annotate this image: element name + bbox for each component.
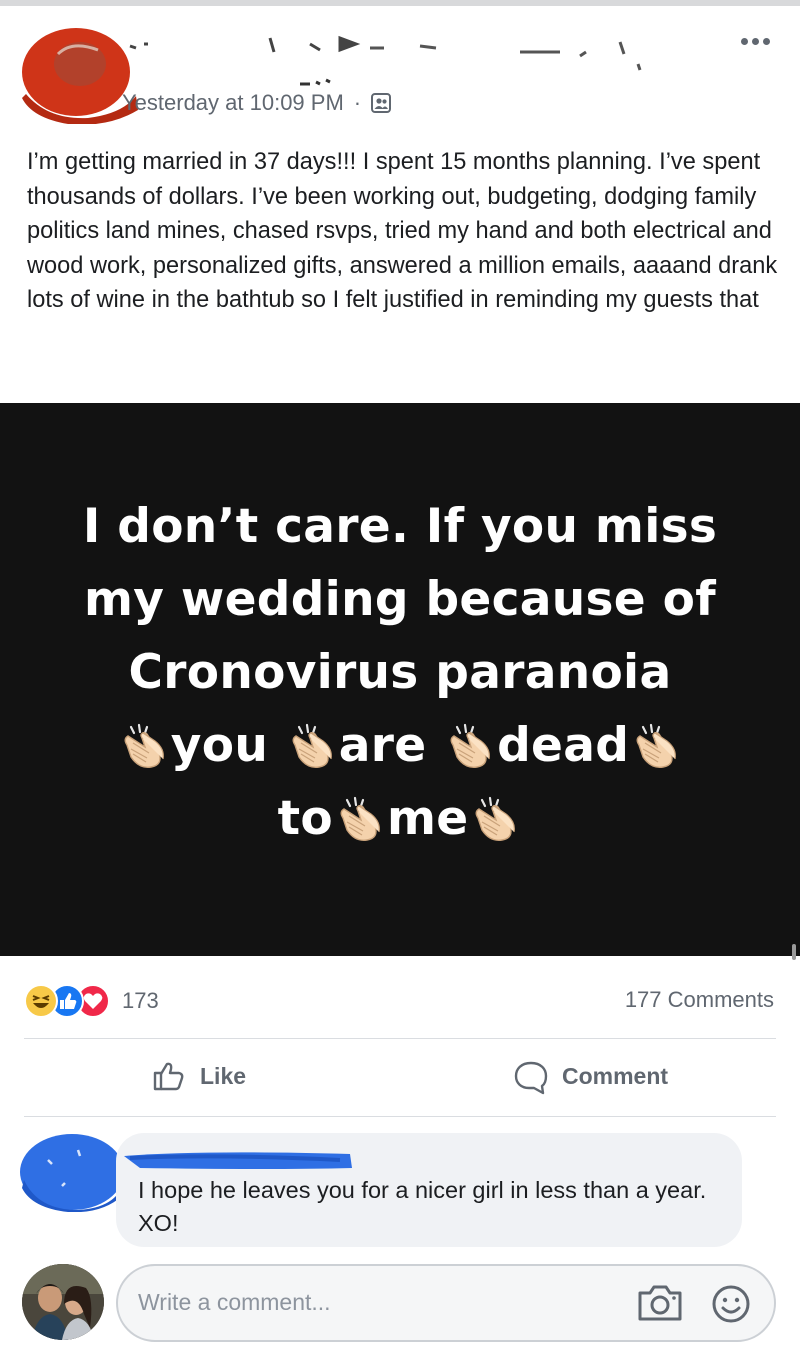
like-button[interactable]: Like <box>150 1057 246 1095</box>
redacted-commenter-name[interactable] <box>120 1146 370 1174</box>
image-line-5: to me <box>0 782 800 855</box>
clapping-hands-icon <box>287 723 337 769</box>
current-user-avatar[interactable] <box>22 1264 104 1340</box>
reaction-count: 173 <box>122 988 159 1013</box>
redacted-author-name[interactable] <box>120 32 680 92</box>
comment-input[interactable] <box>138 1282 608 1322</box>
smiley-icon[interactable] <box>710 1283 752 1325</box>
image-line-3: Cronovirus paranoia <box>128 645 672 700</box>
comment-count-link[interactable]: 177 Comments <box>625 987 774 1013</box>
image-word-dead: dead <box>497 718 630 773</box>
comment-text: I hope he leaves you for a nicer girl in… <box>138 1177 707 1236</box>
haha-icon <box>24 984 58 1018</box>
more-dots-icon[interactable] <box>741 38 770 45</box>
scrollbar-thumb[interactable] <box>792 944 796 960</box>
image-word-are: are <box>338 718 427 773</box>
separator-dot: · <box>353 90 362 115</box>
post-timestamp-row: Yesterday at 10:09 PM · <box>122 90 392 116</box>
image-line-1: I don’t care. If you miss <box>82 499 718 554</box>
friends-group-icon[interactable] <box>371 93 392 113</box>
redacted-commenter-avatar[interactable] <box>18 1130 126 1212</box>
reactions-summary[interactable]: 173 <box>24 984 159 1018</box>
post-header <box>0 6 800 132</box>
image-line-4: you are dead <box>0 709 800 782</box>
post-body-text: I’m getting married in 37 days!!! I spen… <box>27 149 778 313</box>
image-word-you: you <box>170 718 269 773</box>
clapping-hands-icon <box>119 723 169 769</box>
clapping-hands-icon <box>445 723 495 769</box>
clapping-hands-icon <box>631 723 681 769</box>
comment-bubble-icon <box>514 1061 548 1095</box>
comment-label: Comment <box>562 1062 669 1089</box>
image-line-2: my wedding because of <box>84 572 716 627</box>
post-timestamp[interactable]: Yesterday at 10:09 PM <box>122 90 344 116</box>
image-caption: I don’t care. If you miss my wedding bec… <box>0 490 800 855</box>
image-word-to: to <box>277 791 333 846</box>
divider <box>24 1038 776 1039</box>
image-word-me: me <box>386 791 469 846</box>
clapping-hands-icon <box>470 796 520 842</box>
comment-button[interactable]: Comment <box>512 1057 668 1095</box>
like-label: Like <box>200 1062 247 1089</box>
thumbs-up-icon <box>153 1062 184 1091</box>
clapping-hands-icon <box>335 796 385 842</box>
camera-icon[interactable] <box>636 1283 684 1323</box>
divider <box>24 1116 776 1117</box>
